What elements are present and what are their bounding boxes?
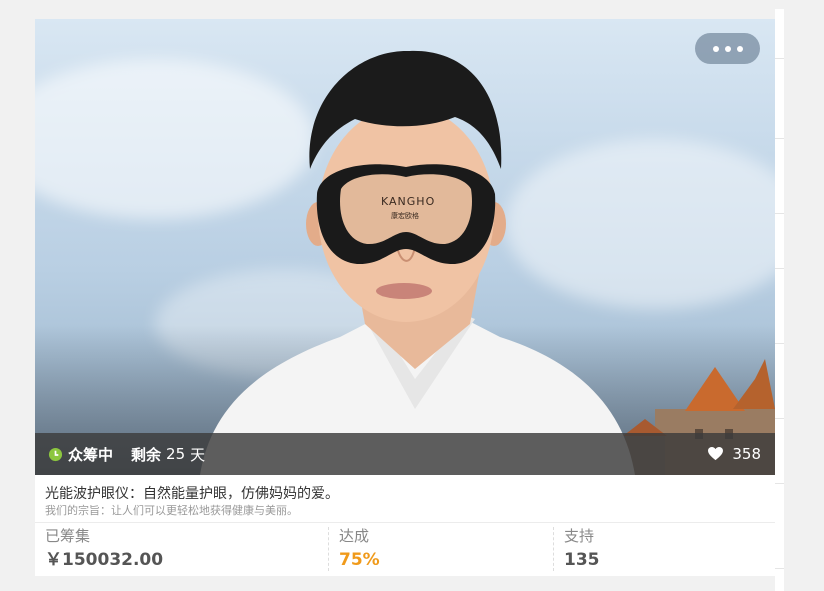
campaign-status: 众筹中 剩余 25 天 <box>48 433 205 475</box>
stat-supporters: 支持 135 <box>564 527 600 573</box>
status-bar: 众筹中 剩余 25 天 358 <box>35 433 775 475</box>
project-title[interactable]: 光能波护眼仪：自然能量护眼，仿佛妈妈的爱。 <box>45 483 339 503</box>
project-card[interactable]: KANGHO 康宏欧格 众筹中 剩余 25 天 358 光能波护眼仪：自然能量护… <box>35 19 775 576</box>
like-button[interactable]: 358 <box>708 433 761 475</box>
product-image[interactable]: KANGHO 康宏欧格 众筹中 剩余 25 天 358 <box>35 19 775 475</box>
stat-raised: 已筹集 ￥150032.00 <box>45 527 163 573</box>
remaining-days: 25 <box>166 445 186 463</box>
like-count: 358 <box>732 445 761 463</box>
stat-progress-value: 75% <box>339 550 380 570</box>
project-subtitle: 我们的宗旨：让人们可以更轻松地获得健康与美丽。 <box>45 504 298 517</box>
stat-progress-label: 达成 <box>339 527 370 545</box>
stat-raised-value: ￥150032.00 <box>45 550 164 570</box>
stat-raised-label: 已筹集 <box>45 527 91 545</box>
stat-supporters-value: 135 <box>564 550 600 570</box>
stat-progress: 达成 75% <box>339 527 380 573</box>
stat-separator <box>553 527 554 571</box>
model-wearing-eye-mask <box>200 50 635 475</box>
stat-separator <box>328 527 329 571</box>
side-scroll-strip <box>775 9 784 591</box>
heart-icon <box>708 447 724 461</box>
mask-brand-subtext: 康宏欧格 <box>391 212 419 220</box>
remaining-unit: 天 <box>190 445 206 464</box>
status-label: 众筹中 <box>68 445 114 464</box>
mask-brand-text: KANGHO <box>381 195 436 208</box>
divider <box>35 522 775 523</box>
clock-icon <box>48 447 63 461</box>
stat-supporters-label: 支持 <box>564 527 595 545</box>
remaining-label: 剩余 <box>131 445 162 464</box>
more-dots-icon <box>712 45 719 52</box>
more-options-button[interactable] <box>695 33 760 64</box>
